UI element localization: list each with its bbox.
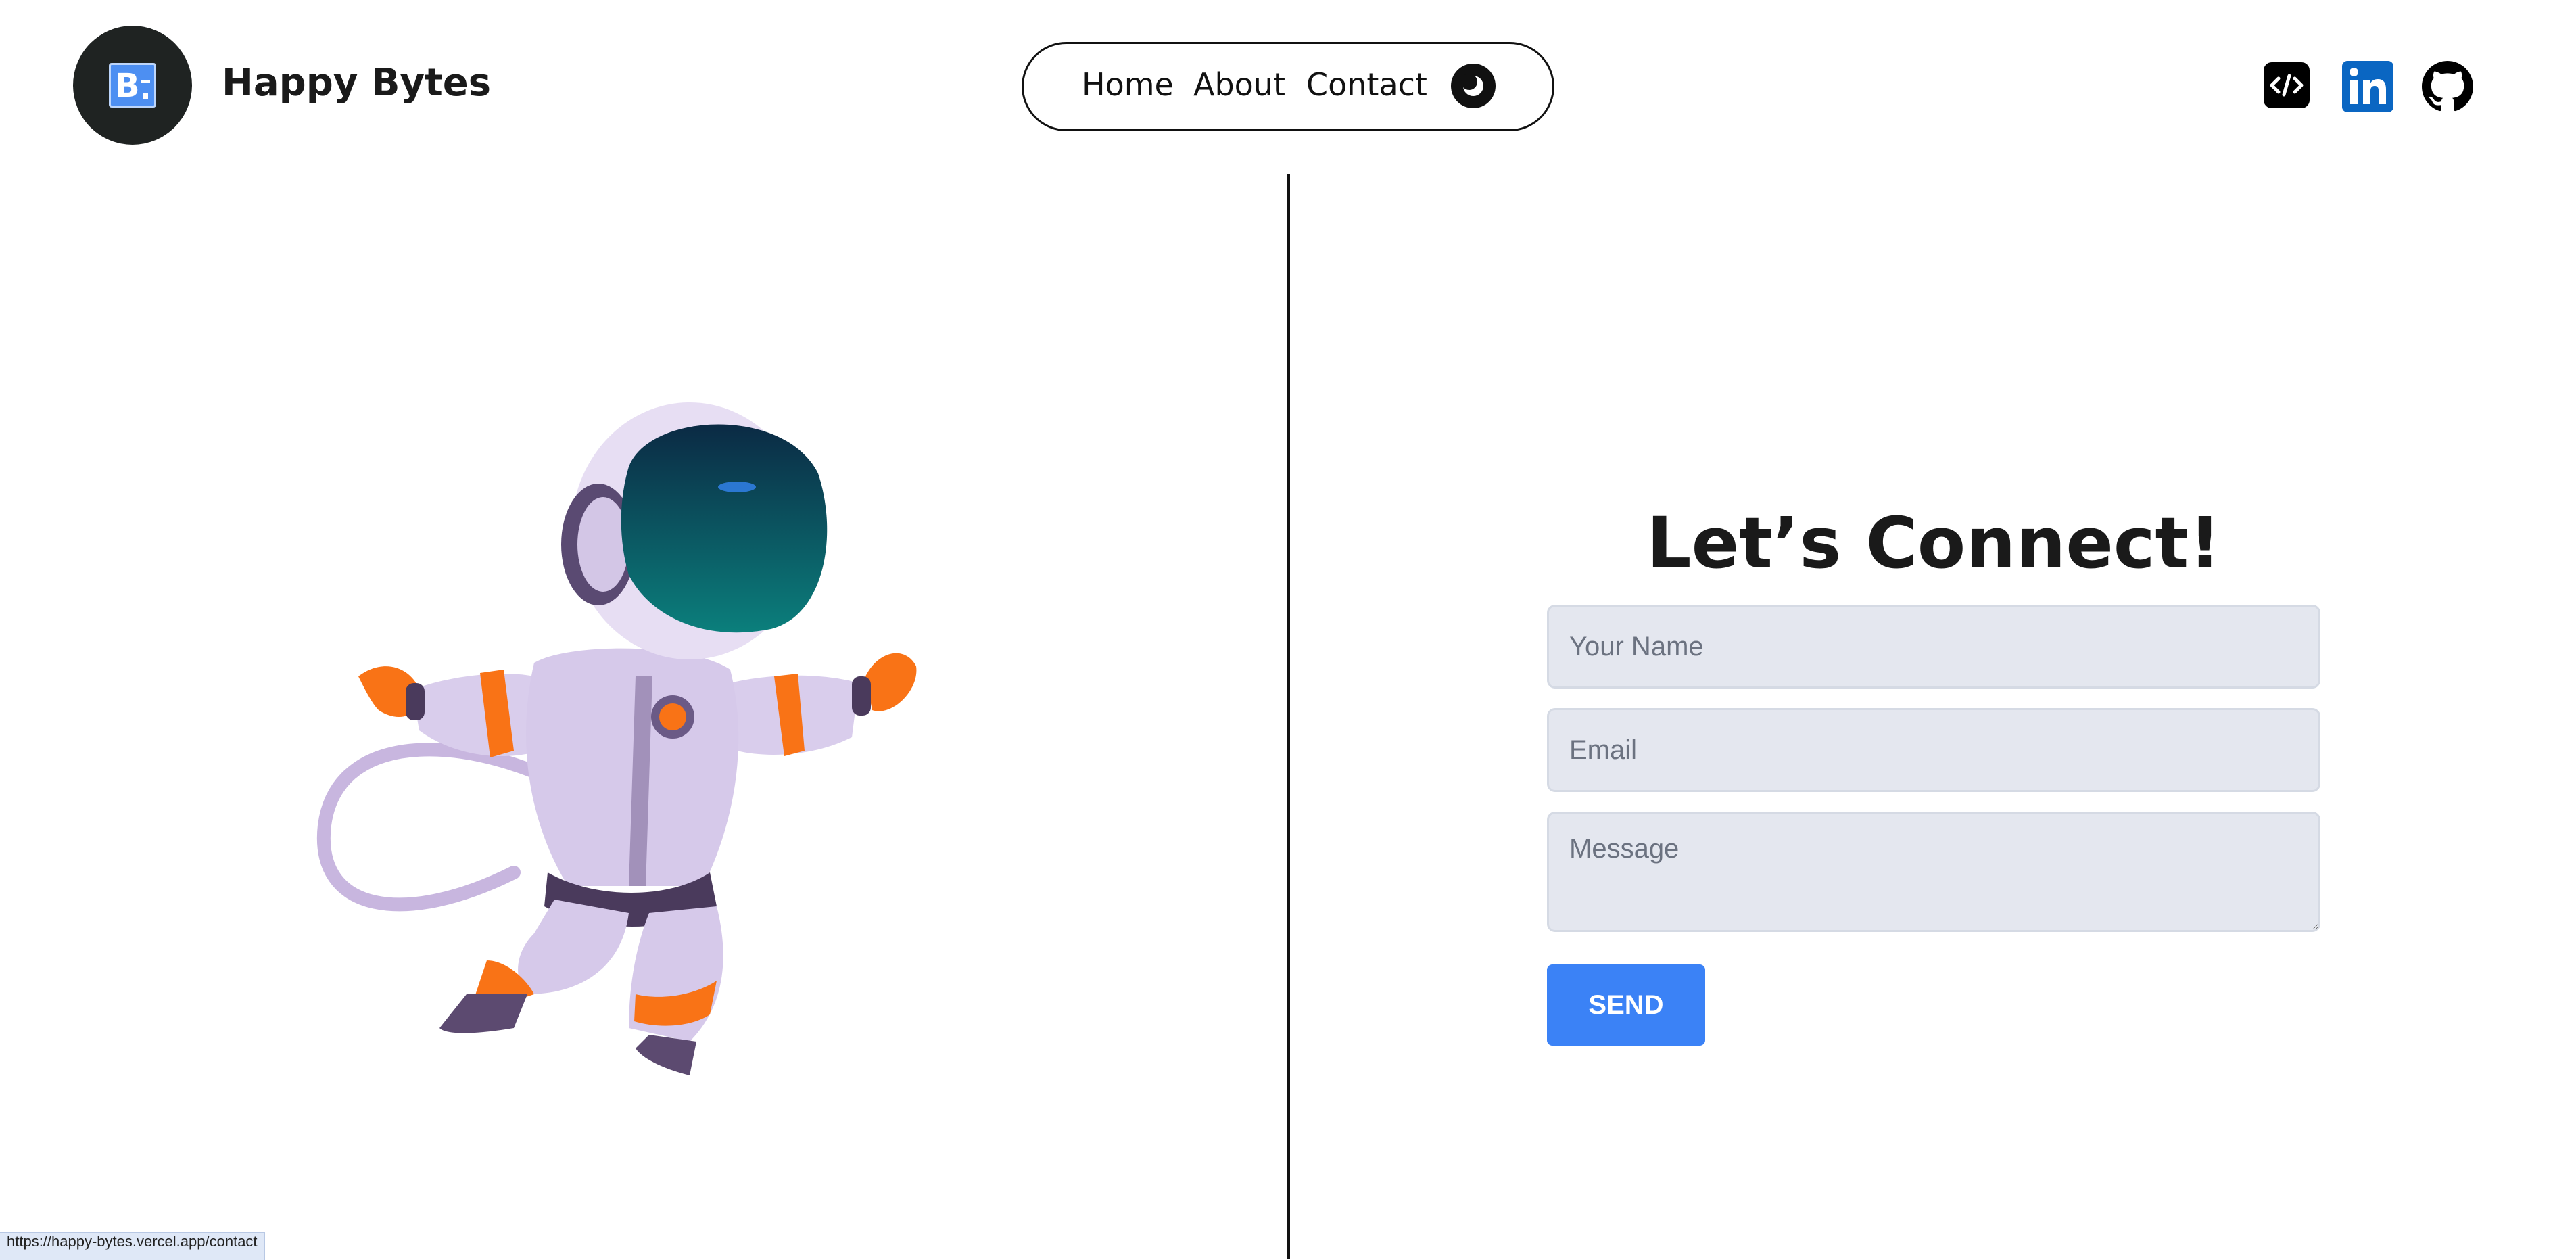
nav-home[interactable]: Home <box>1082 66 1174 103</box>
email-input[interactable] <box>1547 708 2320 792</box>
page-heading: Let’s Connect! <box>1646 502 2221 584</box>
code-link[interactable] <box>2262 61 2311 110</box>
b-logo-icon: B <box>109 63 156 108</box>
send-button[interactable]: SEND <box>1547 964 1705 1046</box>
message-textarea[interactable] <box>1547 812 2320 932</box>
github-link[interactable] <box>2422 61 2473 112</box>
vertical-divider <box>1287 174 1290 1259</box>
linkedin-link[interactable] <box>2342 61 2393 112</box>
astronaut-illustration <box>316 402 917 1075</box>
github-icon <box>2422 61 2473 112</box>
name-input[interactable] <box>1547 605 2320 689</box>
logo[interactable]: B <box>73 26 192 145</box>
moon-icon <box>1461 74 1483 96</box>
theme-toggle-button[interactable] <box>1451 64 1496 108</box>
nav-about[interactable]: About <box>1193 66 1285 103</box>
nav-contact[interactable]: Contact <box>1306 66 1427 103</box>
status-url: https://happy-bytes.vercel.app/contact <box>0 1232 265 1260</box>
code-icon <box>2264 62 2310 108</box>
brand-name[interactable]: Happy Bytes <box>222 61 491 105</box>
linkedin-icon <box>2342 61 2393 112</box>
